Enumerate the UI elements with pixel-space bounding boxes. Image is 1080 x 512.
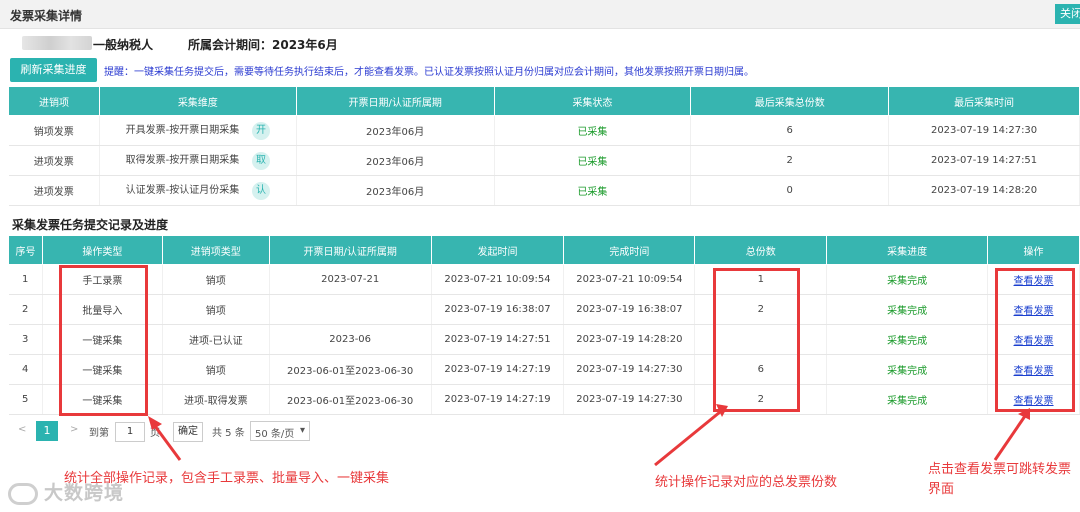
- annotation-middle: 统计操作记录对应的总发票份数: [655, 475, 838, 490]
- watermark: 大数跨境: [8, 478, 124, 505]
- watermark-text: 大数跨境: [44, 482, 125, 504]
- annotation-arrows: [148, 404, 1030, 467]
- annotation-right: 点击查看发票可跳转发票界面: [928, 462, 1072, 497]
- watermark-logo-icon: [8, 482, 38, 505]
